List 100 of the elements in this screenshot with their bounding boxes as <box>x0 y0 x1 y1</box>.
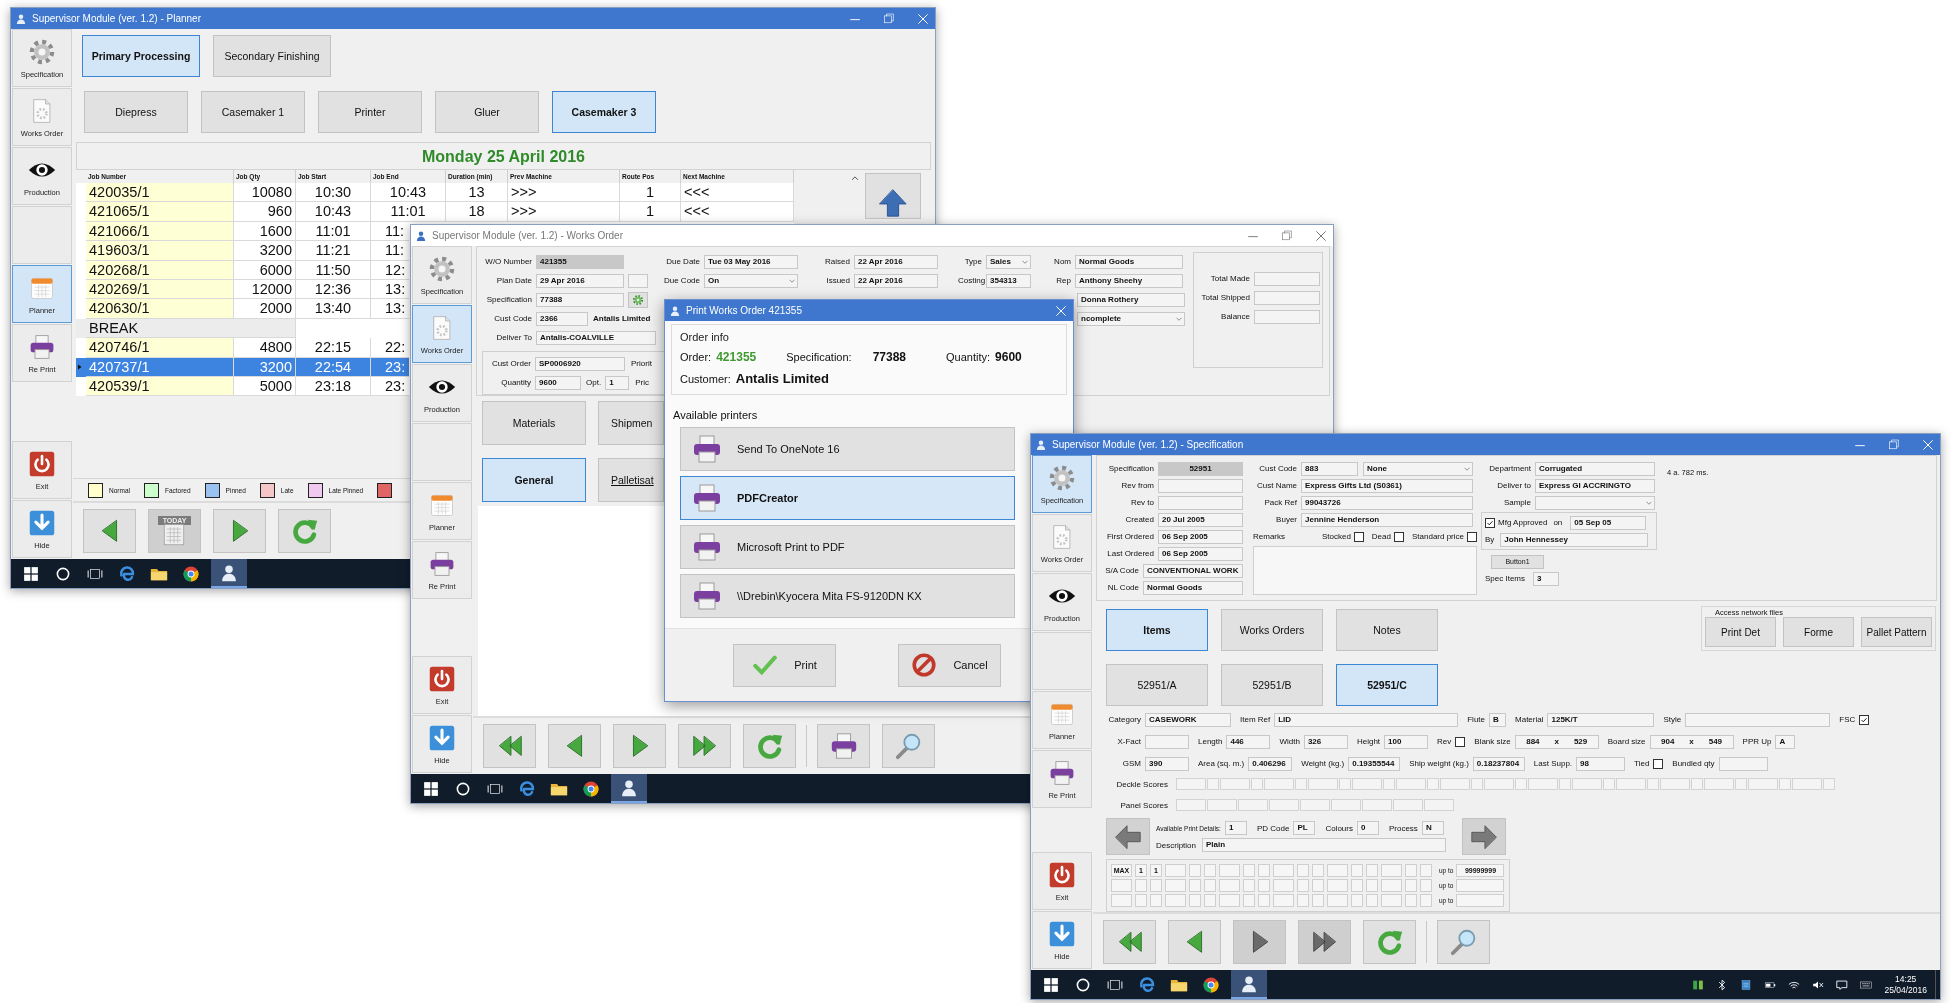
next-button[interactable] <box>1462 818 1506 855</box>
message-icon[interactable] <box>1835 977 1850 992</box>
grid-field[interactable] <box>1456 879 1505 892</box>
text-field[interactable]: 446 <box>1226 734 1271 749</box>
grid-field[interactable] <box>1273 894 1294 907</box>
score-field[interactable] <box>1559 778 1571 790</box>
text-field[interactable]: 326 <box>1303 734 1348 749</box>
browser-icon[interactable] <box>117 563 137 584</box>
table-row[interactable]: 420268/1 6000 11:50 12: <box>76 260 409 280</box>
table-row[interactable]: 420269/1 12000 12:36 13: <box>76 279 409 300</box>
score-field[interactable] <box>1176 778 1206 790</box>
grid-field[interactable] <box>1219 864 1240 877</box>
text-field[interactable]: 22 Apr 2016 <box>854 254 938 269</box>
score-field[interactable] <box>1331 799 1361 811</box>
grid-field[interactable] <box>1420 894 1432 907</box>
text-field[interactable]: John Hennessey <box>1500 532 1649 547</box>
tab[interactable]: Works Orders <box>1221 609 1323 651</box>
text-field[interactable]: Normal Goods <box>1143 580 1243 595</box>
text-field[interactable]: 0.19355544 <box>1348 756 1401 771</box>
grid-field[interactable] <box>1381 894 1402 907</box>
text-field[interactable]: 125K/T <box>1547 712 1655 727</box>
grid-field[interactable] <box>1273 864 1294 877</box>
dropdown[interactable]: Sales <box>986 254 1031 269</box>
table-row[interactable]: 419603/1 3200 11:21 11: <box>76 241 409 261</box>
text-field[interactable]: 20 Jul 2005 <box>1158 512 1243 527</box>
score-field[interactable] <box>1393 799 1423 811</box>
grid-field[interactable] <box>1456 894 1505 907</box>
item-tab[interactable]: 52951/A <box>1106 664 1208 706</box>
item-tab[interactable]: 52951/C <box>1336 664 1438 706</box>
text-field[interactable] <box>1145 734 1189 749</box>
lookup-button[interactable] <box>628 291 648 308</box>
score-field[interactable] <box>1383 778 1395 790</box>
tab[interactable]: General <box>482 458 586 502</box>
table-row[interactable]: 421066/1 1600 11:01 11: <box>76 221 409 242</box>
text-field[interactable]: 390 <box>1145 756 1189 771</box>
text-field[interactable] <box>1685 712 1831 727</box>
text-field[interactable]: 06 Sep 2005 <box>1158 529 1243 544</box>
table-row[interactable]: 420746/1 4800 22:15 22: <box>76 338 409 358</box>
score-field[interactable] <box>1603 778 1615 790</box>
text-field[interactable]: Express GI ACCRINGTO <box>1535 478 1655 493</box>
score-field[interactable] <box>1352 778 1382 790</box>
grid-field[interactable] <box>1258 864 1270 877</box>
checkbox[interactable] <box>1455 736 1466 747</box>
text-field[interactable]: SP0006920 <box>535 356 625 371</box>
grid-field[interactable] <box>1297 894 1309 907</box>
score-field[interactable] <box>1691 778 1703 790</box>
text-field[interactable]: 9600 <box>535 375 581 390</box>
dropdown[interactable]: None <box>1363 461 1473 476</box>
checkbox[interactable] <box>1467 531 1477 542</box>
score-field[interactable] <box>1300 799 1330 811</box>
grid-field[interactable] <box>1351 894 1363 907</box>
grid-field[interactable] <box>1150 894 1162 907</box>
table-row[interactable]: 420539/1 5000 23:18 23: <box>76 376 409 397</box>
score-field[interactable] <box>1660 778 1690 790</box>
grid-field[interactable] <box>1312 894 1324 907</box>
text-field[interactable]: 3 <box>1533 571 1559 586</box>
grid-field[interactable] <box>1165 879 1186 892</box>
item-tab[interactable]: 52951/B <box>1221 664 1323 706</box>
score-field[interactable] <box>1704 778 1734 790</box>
score-field[interactable] <box>1484 778 1514 790</box>
text-field[interactable] <box>1158 495 1243 510</box>
score-field[interactable] <box>1748 778 1778 790</box>
score-field[interactable] <box>1251 778 1263 790</box>
grid-field[interactable] <box>1111 894 1132 907</box>
grid-field[interactable] <box>1204 894 1216 907</box>
small-field[interactable] <box>628 273 648 288</box>
grid-field[interactable] <box>1219 894 1240 907</box>
grid-field[interactable] <box>1420 864 1432 877</box>
score-field[interactable] <box>1396 778 1426 790</box>
text-field[interactable]: 98 <box>1576 756 1626 771</box>
grid-field[interactable] <box>1204 864 1216 877</box>
checkbox[interactable] <box>1353 531 1364 542</box>
grid-field[interactable] <box>1189 894 1201 907</box>
tab[interactable]: Notes <box>1336 609 1438 651</box>
dropdown[interactable] <box>1535 495 1655 510</box>
table-row[interactable]: 420630/1 2000 13:40 13: <box>76 299 409 319</box>
score-field[interactable] <box>1647 778 1659 790</box>
printer-button[interactable]: Send To OneNote 16 <box>680 427 1015 471</box>
clock[interactable]: 14:25 25/04/2016 <box>1884 973 1927 996</box>
text-field[interactable]: Express Gifts Ltd (S0361) <box>1301 478 1473 493</box>
text-field[interactable]: 52951 <box>1158 461 1243 476</box>
text-field[interactable]: 05 Sep 05 <box>1570 515 1647 530</box>
score-field[interactable] <box>1238 799 1268 811</box>
cancel-button[interactable]: Cancel <box>898 643 1001 687</box>
grid-field[interactable] <box>1381 864 1402 877</box>
grid-field[interactable] <box>1351 879 1363 892</box>
grid-field[interactable] <box>1297 879 1309 892</box>
table-row[interactable]: 420737/1 3200 22:54 23: <box>76 357 409 377</box>
text-field[interactable]: 99043726 <box>1301 495 1473 510</box>
text-field[interactable]: 2366 <box>536 311 588 326</box>
text-field[interactable]: CASEWORK <box>1145 712 1231 727</box>
text-field[interactable]: Anthony Sheehy <box>1075 273 1183 288</box>
score-field[interactable] <box>1362 799 1392 811</box>
size-field[interactable]: 904 x 549 <box>1649 734 1734 749</box>
grid-field[interactable] <box>1351 864 1363 877</box>
grid-field[interactable] <box>1381 879 1402 892</box>
text-field[interactable]: 06 Sep 2005 <box>1158 546 1243 561</box>
text-field[interactable]: 1 <box>605 375 630 390</box>
grid-field[interactable] <box>1327 879 1348 892</box>
text-field[interactable]: LID <box>1274 712 1459 727</box>
